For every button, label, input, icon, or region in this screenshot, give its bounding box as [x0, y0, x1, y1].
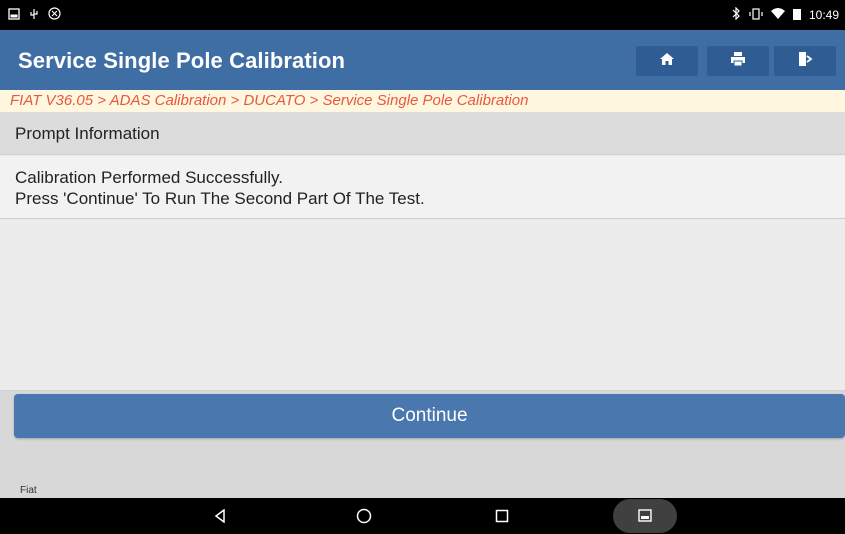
exit-icon	[797, 51, 813, 72]
page-title: Service Single Pole Calibration	[18, 48, 346, 73]
vibrate-icon	[749, 7, 763, 23]
recents-icon[interactable]	[490, 504, 514, 528]
usb-icon	[28, 8, 40, 23]
breadcrumb: FIAT V36.05 > ADAS Calibration > DUCATO …	[0, 90, 845, 112]
content-area	[0, 220, 845, 391]
battery-icon	[792, 8, 801, 23]
title-bar: Service Single Pole Calibration	[0, 30, 845, 90]
print-button[interactable]	[707, 46, 769, 76]
navigation-bar	[0, 498, 845, 534]
vehicle-make-label: Fiat	[20, 485, 37, 496]
settings-circle-icon	[48, 7, 61, 23]
status-time: 10:49	[808, 8, 839, 22]
screenshot-icon	[638, 509, 652, 527]
continue-button[interactable]: Continue	[14, 394, 845, 438]
prompt-header: Prompt Information	[0, 112, 845, 155]
status-bar: 10:49	[0, 0, 845, 30]
image-icon	[8, 7, 20, 23]
home-circle-icon[interactable]	[352, 504, 376, 528]
wifi-icon	[770, 7, 785, 23]
home-icon	[659, 52, 675, 71]
exit-button[interactable]	[774, 46, 836, 76]
home-button[interactable]	[636, 46, 698, 76]
screenshot-button[interactable]	[613, 499, 677, 533]
prompt-line-2: Press 'Continue' To Run The Second Part …	[15, 189, 425, 208]
print-icon	[730, 51, 746, 72]
bluetooth-icon	[731, 6, 741, 23]
prompt-message: Calibration Performed Successfully. Pres…	[0, 156, 845, 219]
prompt-line-1: Calibration Performed Successfully.	[15, 168, 284, 187]
back-icon[interactable]	[208, 504, 232, 528]
